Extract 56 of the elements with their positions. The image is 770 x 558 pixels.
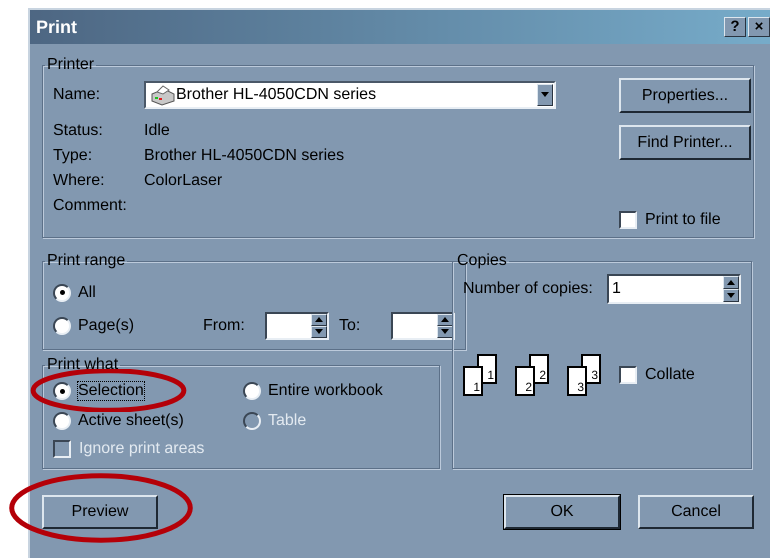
spin-down-button[interactable] [311,326,327,338]
radio-button[interactable] [243,382,261,400]
caret-up-icon [315,317,323,322]
field-value: Brother HL-4050CDN series [144,146,344,164]
checkbox-label: Ignore print areas [79,440,204,458]
spin-down-button[interactable] [723,289,739,302]
caret-up-icon [441,317,449,322]
spin-field[interactable] [391,312,455,340]
field-label: Name: [53,86,102,104]
window-title: Print [36,16,78,38]
radio-button[interactable] [53,412,71,430]
field-label: From: [203,316,246,334]
radio-label: Table [268,412,306,430]
caret-down-icon [441,329,449,334]
checkbox[interactable] [619,366,637,384]
checkbox-label: Collate [645,366,695,384]
spin-up-button[interactable] [311,314,327,326]
copies-spin-field[interactable]: 1 [607,274,741,304]
caret-down-icon [540,92,550,98]
checkbox-label: Print to file [645,211,721,229]
checkbox[interactable] [619,211,637,229]
radio-button[interactable] [53,284,71,302]
spin-up-button[interactable] [437,314,453,326]
close-button[interactable]: × [748,17,770,37]
field-label: To: [339,316,362,334]
group-label: Print what [46,356,120,374]
group-label: Print range [46,252,126,270]
spin-up-button[interactable] [723,276,739,289]
caret-up-icon [727,280,735,285]
field-label: Comment: [53,196,128,214]
group-label: Printer [46,56,96,74]
dialog-button[interactable]: Properties... [619,78,751,113]
dialog-button[interactable]: Preview [42,495,158,529]
radio-label: Page(s) [78,316,134,334]
dialog-button[interactable]: OK [504,495,620,529]
help-button[interactable]: ? [724,17,746,37]
dialog-button[interactable]: Cancel [638,495,754,529]
dialog-button[interactable]: Find Printer... [619,125,751,160]
radio-label: Entire workbook [268,382,383,400]
field-label: Type: [53,146,94,164]
radio-button[interactable] [53,382,71,400]
group-label: Copies [456,252,508,270]
spin-field[interactable] [265,312,329,340]
field-label: Number of copies: [463,280,593,298]
field-value: ColorLaser [144,172,222,190]
radio-label: Selection [78,382,144,400]
field-value: Idle [144,122,170,140]
caret-down-icon [315,329,323,334]
caret-down-icon [727,293,735,298]
field-label: Status: [53,122,104,140]
radio-label: All [78,284,96,302]
printer-dropdown[interactable]: Brother HL-4050CDN series [144,81,556,109]
radio-label: Active sheet(s) [78,412,184,430]
radio-button[interactable] [53,316,71,334]
dropdown-arrow-button[interactable] [537,84,553,106]
field-label: Where: [53,172,106,190]
